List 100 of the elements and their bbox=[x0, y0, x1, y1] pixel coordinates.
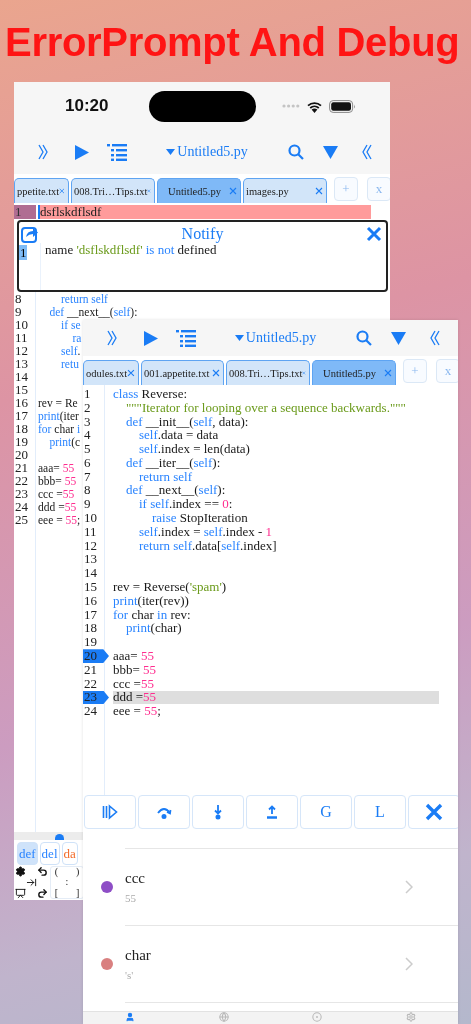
tab-bar-icon[interactable] bbox=[124, 1012, 135, 1022]
line-number[interactable]: 15 bbox=[83, 580, 104, 594]
redo-icon[interactable] bbox=[37, 888, 48, 899]
variable-value: 's' bbox=[125, 968, 135, 981]
double-chevron-right-icon[interactable] bbox=[37, 144, 49, 160]
file-tab[interactable]: ppetite.txt bbox=[14, 178, 69, 203]
file-tab[interactable]: Untitled5.py bbox=[157, 178, 241, 203]
close-icon[interactable] bbox=[384, 369, 392, 377]
code-line: retu bbox=[60, 357, 79, 370]
line-number[interactable]: 19 bbox=[83, 635, 104, 650]
file-tab[interactable]: odules.txt bbox=[83, 360, 139, 385]
search-icon[interactable] bbox=[288, 144, 304, 160]
line-number[interactable]: 21 bbox=[83, 662, 104, 677]
code-line: if se bbox=[60, 318, 81, 331]
variable-name: char bbox=[125, 946, 152, 964]
code-line: print(char) bbox=[125, 621, 183, 636]
code-line: def __iter__(self): bbox=[125, 456, 221, 470]
line-number[interactable]: 10 bbox=[83, 511, 104, 525]
close-icon[interactable] bbox=[229, 187, 237, 195]
caret-icon[interactable] bbox=[234, 335, 244, 341]
list-icon[interactable] bbox=[176, 329, 196, 347]
list-icon[interactable] bbox=[107, 143, 127, 161]
play-icon[interactable] bbox=[142, 330, 158, 346]
code-line: aaa= 55 bbox=[113, 649, 155, 663]
line-number[interactable]: 18 bbox=[83, 621, 104, 636]
line-number[interactable]: 6 bbox=[83, 456, 104, 470]
step-into-button[interactable] bbox=[192, 795, 244, 829]
line-number[interactable]: 14 bbox=[83, 566, 104, 581]
symbol-key[interactable]: ] bbox=[76, 887, 80, 898]
line-number[interactable]: 24 bbox=[83, 704, 104, 719]
close-icon[interactable] bbox=[59, 187, 65, 195]
file-tab[interactable]: images.py bbox=[243, 178, 327, 203]
keyboard-icon[interactable] bbox=[15, 888, 26, 899]
line-number[interactable]: 1 bbox=[83, 387, 104, 401]
debug-button[interactable]: G bbox=[300, 795, 352, 829]
indent-icon[interactable] bbox=[26, 877, 37, 888]
line-number[interactable]: 12 bbox=[83, 538, 104, 553]
down-triangle-icon[interactable] bbox=[390, 331, 406, 345]
keyword-chip[interactable]: del bbox=[39, 842, 60, 865]
code-line: aaa= 55 bbox=[38, 461, 75, 474]
code-line: return self bbox=[138, 469, 193, 484]
code-line: def __next__(self): bbox=[48, 305, 138, 318]
line-number[interactable]: 13 bbox=[83, 552, 104, 567]
search-icon[interactable] bbox=[356, 330, 372, 346]
line-number[interactable]: 8 bbox=[83, 483, 104, 498]
symbol-key[interactable]: [ bbox=[54, 887, 58, 898]
line-number[interactable]: 16 bbox=[83, 593, 104, 608]
variable-value: 55 bbox=[125, 891, 137, 904]
close-icon[interactable] bbox=[315, 187, 323, 195]
line-number[interactable]: 7 bbox=[83, 469, 104, 484]
code-line: def __next__(self): bbox=[125, 483, 227, 498]
undo-icon[interactable] bbox=[37, 866, 48, 877]
line-number: 13 bbox=[14, 357, 29, 370]
play-icon[interactable] bbox=[73, 144, 89, 160]
settings-icon[interactable] bbox=[15, 866, 26, 877]
down-triangle-icon[interactable] bbox=[322, 145, 338, 159]
file-tab[interactable]: 001.appetite.txt bbox=[141, 360, 224, 385]
double-chevron-right-icon[interactable] bbox=[106, 330, 118, 346]
step-out-button[interactable] bbox=[246, 795, 298, 829]
code-line: ccc =55 bbox=[38, 487, 75, 500]
line-number[interactable]: 2 bbox=[83, 400, 104, 415]
double-chevron-left-icon[interactable] bbox=[360, 144, 372, 160]
file-title-dropdown[interactable]: Untitled5.py bbox=[166, 144, 248, 160]
debug-button[interactable]: L bbox=[354, 795, 406, 829]
line-number[interactable]: 3 bbox=[83, 414, 104, 429]
file-tab[interactable]: 008.Tri…Tips.txt bbox=[226, 360, 310, 385]
line-number: 18 bbox=[14, 422, 29, 435]
close-icon[interactable] bbox=[212, 369, 220, 377]
close-button[interactable] bbox=[408, 795, 458, 829]
symbol-key[interactable]: ( bbox=[54, 867, 58, 878]
file-tab[interactable]: Untitled5.py bbox=[312, 360, 396, 385]
scroll-indicator bbox=[55, 834, 64, 840]
symbol-key[interactable]: ) bbox=[76, 867, 80, 878]
file-tab[interactable]: 008.Tri…Tips.txt bbox=[71, 178, 155, 203]
symbol-key[interactable]: : bbox=[65, 877, 69, 888]
code-line: ddd =55 bbox=[38, 500, 77, 513]
line-number: 14 bbox=[14, 370, 29, 383]
close-icon[interactable] bbox=[366, 225, 382, 242]
headline: ErrorPrompt And Debug bbox=[4, 19, 461, 66]
code-line: for char in rev: bbox=[112, 607, 192, 622]
line-number[interactable]: 17 bbox=[83, 607, 104, 622]
code-line: bbb= 55 bbox=[38, 474, 77, 487]
dialog-title: Notify bbox=[181, 224, 224, 243]
file-title-dropdown[interactable]: Untitled5.py bbox=[234, 330, 317, 346]
line-number[interactable]: 9 bbox=[83, 497, 104, 512]
line-number[interactable]: 5 bbox=[83, 442, 104, 456]
line-number[interactable]: 22 bbox=[83, 676, 104, 691]
code-line: return self.data[self.index] bbox=[138, 538, 278, 553]
code-line: self.data = data bbox=[138, 428, 219, 443]
share-icon[interactable] bbox=[21, 224, 39, 243]
line-number[interactable]: 23 bbox=[83, 690, 109, 705]
continue-button[interactable] bbox=[84, 795, 136, 829]
step-over-button[interactable] bbox=[138, 795, 190, 829]
line-number[interactable]: 4 bbox=[83, 428, 104, 443]
double-chevron-left-icon[interactable] bbox=[428, 330, 440, 346]
close-icon[interactable] bbox=[127, 369, 135, 377]
line-number[interactable]: 20 bbox=[83, 649, 109, 663]
caret-icon[interactable] bbox=[166, 149, 176, 155]
code-line: ra bbox=[71, 331, 82, 344]
line-number[interactable]: 11 bbox=[83, 524, 104, 539]
